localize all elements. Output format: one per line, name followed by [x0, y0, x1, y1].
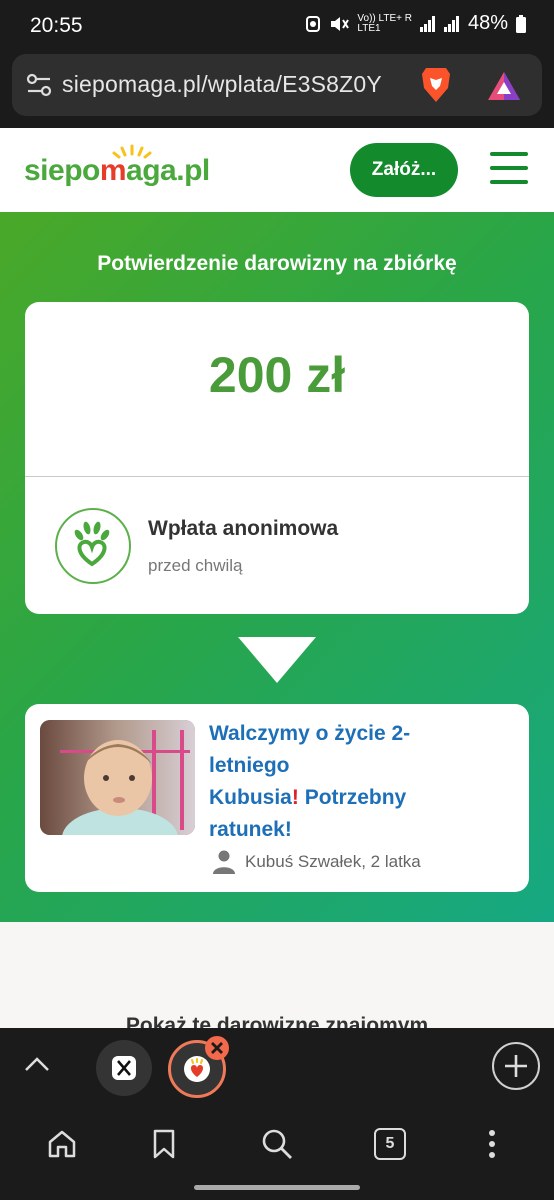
- signal-icon: [419, 15, 435, 32]
- status-time: 20:55: [30, 14, 83, 37]
- tab-strip: [0, 1028, 554, 1110]
- status-bar: 20:55 Vo)) LTE+ R LTE1 48%: [0, 0, 554, 54]
- mute-icon: [331, 16, 350, 31]
- network-label: Vo)) LTE+ R LTE1: [357, 12, 412, 34]
- site-header: siepomaga.pl Załóż...: [0, 128, 554, 212]
- gesture-home-indicator[interactable]: [194, 1185, 360, 1190]
- create-fundraiser-button[interactable]: Załóż...: [350, 143, 458, 197]
- tab-count: 5: [385, 1135, 395, 1152]
- campaign-beneficiary: Kubuś Szwałek, 2 latka: [213, 850, 421, 874]
- page-title: Potwierdzenie darowizny na zbiórkę: [97, 252, 457, 275]
- arrow-down-icon: [238, 637, 316, 683]
- home-icon: [48, 1130, 76, 1158]
- site-logo[interactable]: siepomaga.pl: [24, 144, 210, 188]
- new-tab-button[interactable]: [492, 1042, 540, 1090]
- campaign-title[interactable]: Walczymy o życie 2- letniego Kubusia! Po…: [209, 718, 444, 846]
- tab-x-com[interactable]: [96, 1040, 152, 1096]
- status-icons: Vo)) LTE+ R LTE1 48%: [305, 12, 526, 35]
- more-vertical-icon: [489, 1130, 495, 1158]
- chevron-up-icon[interactable]: [24, 1056, 50, 1072]
- campaign-photo[interactable]: [40, 720, 195, 835]
- donor-avatar: [55, 508, 131, 584]
- battery-level: 48%: [467, 12, 508, 34]
- person-icon: [213, 850, 235, 874]
- tab-close-button[interactable]: [205, 1036, 229, 1060]
- address-bar[interactable]: siepomaga.pl/wplata/E3S8Z0Y: [12, 54, 542, 116]
- more-menu-button[interactable]: [472, 1124, 512, 1164]
- child-photo-image: [40, 720, 195, 835]
- url-text[interactable]: siepomaga.pl/wplata/E3S8Z0Y: [62, 71, 382, 98]
- donation-confirmation-section: Potwierdzenie darowizny na zbiórkę 200 z…: [0, 212, 554, 922]
- brave-shields-icon[interactable]: [420, 66, 452, 104]
- divider: [25, 476, 529, 477]
- browser-address-area: siepomaga.pl/wplata/E3S8Z0Y: [0, 54, 554, 128]
- search-icon: [262, 1129, 292, 1159]
- share-section: Pokaż tę darowiznę znajomym: [0, 922, 554, 1037]
- donation-card: 200 zł Wpłata anonimowa przed chwilą: [25, 302, 529, 614]
- plus-icon: [505, 1055, 527, 1077]
- exclamation-icon: !: [291, 786, 299, 809]
- hand-heart-icon: [74, 521, 110, 567]
- signal-icon-2: [443, 15, 459, 32]
- screen: 20:55 Vo)) LTE+ R LTE1 48% siepomaga.pl/…: [0, 0, 554, 1200]
- logo-sun-icon: [112, 144, 152, 159]
- bookmarks-button[interactable]: [144, 1124, 184, 1164]
- tabs-button[interactable]: 5: [370, 1124, 410, 1164]
- brave-rewards-icon[interactable]: [486, 70, 522, 102]
- tabs-icon: 5: [374, 1128, 406, 1160]
- bookmark-icon: [153, 1129, 175, 1159]
- donation-amount: 200 zł: [208, 347, 346, 403]
- battery-icon: [516, 14, 526, 33]
- search-button[interactable]: [257, 1124, 297, 1164]
- menu-icon[interactable]: [490, 152, 528, 186]
- home-button[interactable]: [42, 1124, 82, 1164]
- recycle-icon: [306, 15, 321, 32]
- donor-name: Wpłata anonimowa: [148, 517, 339, 540]
- campaign-card[interactable]: Walczymy o życie 2- letniego Kubusia! Po…: [25, 704, 529, 892]
- donation-time: przed chwilą: [148, 556, 243, 575]
- close-icon: [211, 1042, 223, 1054]
- bottom-toolbar: 5: [0, 1110, 554, 1200]
- site-settings-icon[interactable]: [26, 73, 52, 97]
- x-logo-icon: [112, 1056, 136, 1080]
